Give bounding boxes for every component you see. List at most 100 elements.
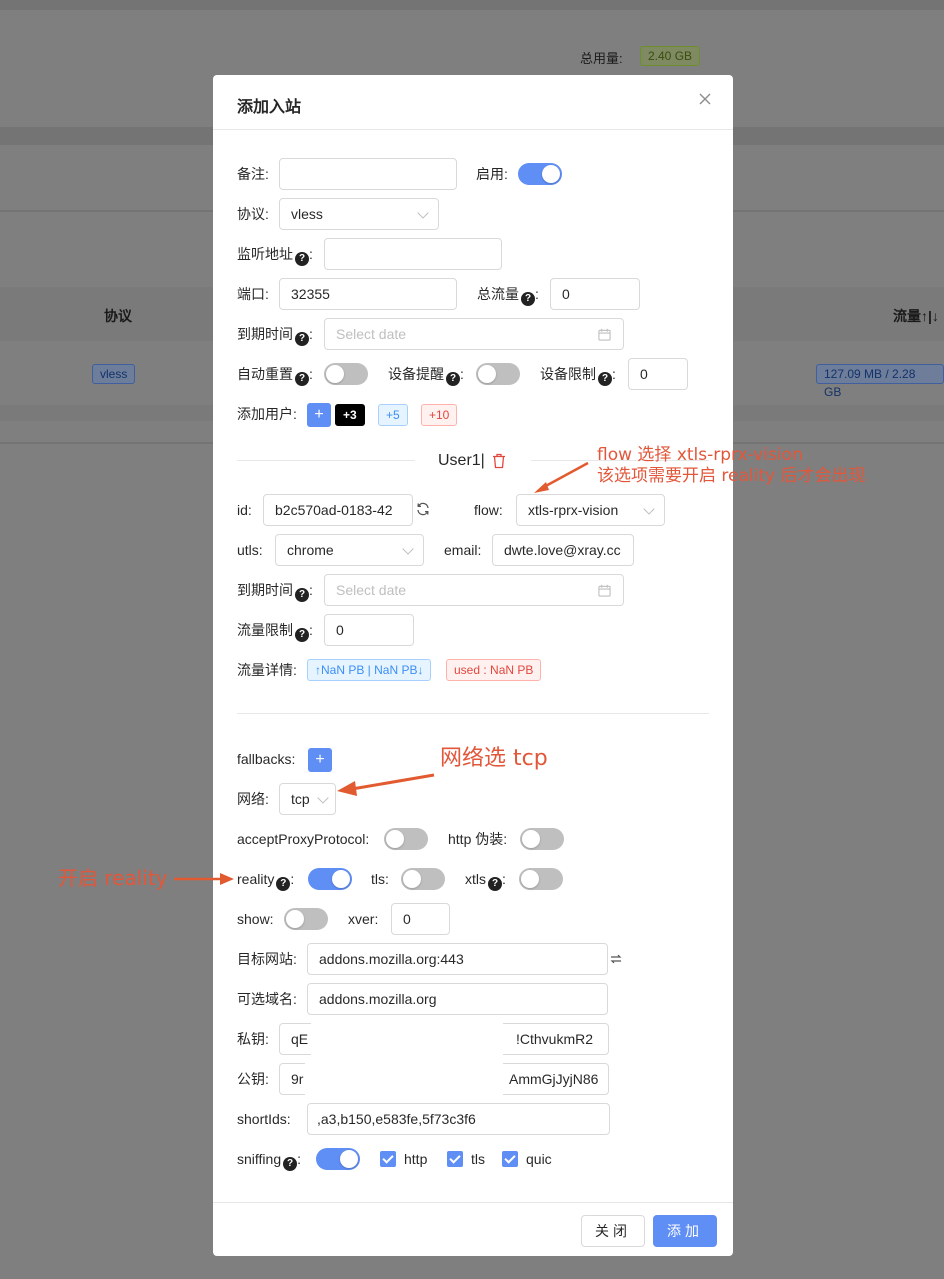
public-key-head: 9r: [291, 1071, 304, 1087]
help-icon[interactable]: ?: [295, 252, 309, 266]
http-disguise-switch[interactable]: [520, 828, 564, 850]
chevron-down-icon: [317, 792, 329, 804]
delete-icon[interactable]: [492, 453, 506, 469]
utls-value: chrome: [287, 542, 334, 558]
add-user-label: 添加用户:: [237, 406, 297, 422]
calendar-icon: [598, 584, 611, 597]
protocol-select[interactable]: vless: [279, 198, 439, 230]
network-arrow-icon: [337, 773, 435, 796]
listen-label: 监听地址?:: [237, 246, 313, 266]
traffic-limit-input[interactable]: 0: [324, 614, 414, 646]
modal-title: 添加入站: [237, 99, 302, 116]
bg-col-protocol: 协议: [104, 308, 132, 324]
flow-select[interactable]: xtls-rprx-vision: [516, 494, 665, 526]
help-icon[interactable]: ?: [276, 877, 291, 891]
help-icon[interactable]: ?: [295, 372, 309, 386]
accept-proxy-switch[interactable]: [384, 828, 428, 850]
bg-row-traffic-tag: 127.09 MB / 2.28 GB: [816, 364, 944, 399]
enable-switch[interactable]: [518, 163, 562, 185]
public-key-tail: AmmGjJyjN86: [509, 1071, 599, 1087]
bg-top-bar: [0, 0, 944, 10]
add-button[interactable]: 添加: [653, 1215, 717, 1247]
network-value: tcp: [291, 791, 310, 807]
refresh-icon[interactable]: [416, 502, 430, 516]
help-icon[interactable]: ?: [598, 372, 612, 386]
modal-footer: 关闭 添加: [213, 1202, 733, 1256]
server-names-input[interactable]: addons.mozilla.org: [307, 983, 608, 1015]
utls-select[interactable]: chrome: [275, 534, 424, 566]
device-limit-input[interactable]: 0: [628, 358, 688, 390]
help-icon[interactable]: ?: [488, 877, 502, 891]
reality-arrow-icon: [174, 873, 234, 885]
total-traffic-input[interactable]: 0: [550, 278, 640, 310]
public-key-label: 公钥:: [237, 1071, 269, 1087]
dest-input[interactable]: addons.mozilla.org:443: [307, 943, 608, 975]
traffic-detail-tag: ↑NaN PB | NaN PB↓: [307, 659, 432, 681]
close-button[interactable]: 关闭: [581, 1215, 645, 1247]
enable-label: 启用:: [476, 166, 508, 182]
sniffing-switch[interactable]: [316, 1148, 360, 1170]
expiry-date-picker[interactable]: Select date: [324, 318, 624, 350]
port-input[interactable]: 32355: [279, 278, 457, 310]
sniff-tls-label: tls: [471, 1151, 485, 1167]
tls-switch[interactable]: [401, 868, 445, 890]
flow-value: xtls-rprx-vision: [528, 502, 619, 518]
dest-label: 目标网站:: [237, 951, 297, 967]
sniff-tls-checkbox[interactable]: [447, 1151, 463, 1167]
help-icon[interactable]: ?: [295, 588, 309, 602]
device-alert-switch[interactable]: [476, 363, 520, 385]
flow-arrow-icon: [534, 461, 589, 493]
private-key-tail: !CthvukmR2: [516, 1031, 594, 1047]
used-traffic-tag: used : NaN PB: [446, 659, 542, 681]
show-switch[interactable]: [284, 908, 328, 930]
sniff-quic-checkbox[interactable]: [502, 1151, 518, 1167]
http-disguise-label: http 伪装:: [448, 831, 508, 847]
bg-total-usage-label: 总用量:: [580, 51, 623, 66]
user-expiry-label: 到期时间?:: [237, 582, 313, 602]
short-ids-label: shortIds:: [237, 1111, 291, 1127]
xtls-switch[interactable]: [519, 868, 563, 890]
short-ids-input[interactable]: ,a3,b150,e583fe,5f73c3f6: [307, 1103, 610, 1135]
expiry-label: 到期时间?:: [237, 326, 313, 346]
flow-annotation-line2: 该选项需要开启 reality 后才会出现: [597, 466, 866, 486]
bg-col-traffic: 流量↑|↓: [893, 308, 939, 324]
bg-row-protocol-tag: vless: [92, 364, 136, 384]
device-alert-label: 设备提醒?:: [388, 366, 464, 386]
add-3-users-tag[interactable]: +3: [335, 404, 365, 426]
sniff-http-checkbox[interactable]: [380, 1151, 396, 1167]
add-user-button[interactable]: +: [307, 403, 331, 427]
expiry-placeholder: Select date: [336, 326, 407, 342]
add-10-users-tag[interactable]: +10: [421, 404, 458, 426]
id-label: id:: [237, 502, 252, 518]
utls-label: utls:: [237, 542, 263, 558]
help-icon[interactable]: ?: [446, 372, 460, 386]
id-input[interactable]: b2c570ad-0183-42: [263, 494, 413, 526]
help-icon[interactable]: ?: [295, 332, 309, 346]
network-select[interactable]: tcp: [279, 783, 336, 815]
reality-annotation: 开启 reality: [58, 866, 168, 890]
add-fallback-button[interactable]: +: [308, 748, 332, 772]
chevron-down-icon: [402, 543, 414, 555]
add-5-users-tag[interactable]: +5: [378, 404, 408, 426]
tls-label: tls:: [371, 871, 389, 887]
help-icon[interactable]: ?: [283, 1157, 298, 1171]
auto-reset-switch[interactable]: [324, 363, 368, 385]
server-names-label: 可选域名:: [237, 991, 297, 1007]
help-icon[interactable]: ?: [521, 292, 535, 306]
reality-switch[interactable]: [308, 868, 352, 890]
total-traffic-label: 总流量?:: [477, 286, 539, 306]
xver-label: xver:: [348, 911, 379, 927]
help-icon[interactable]: ?: [295, 628, 309, 642]
email-input[interactable]: dwte.love@xray.cc: [492, 534, 634, 566]
swap-icon[interactable]: [610, 953, 622, 965]
modal-header: 添加入站: [213, 75, 733, 130]
show-label: show:: [237, 911, 274, 927]
close-icon[interactable]: [697, 91, 713, 107]
xver-input[interactable]: 0: [391, 903, 450, 935]
xtls-label: xtls?:: [465, 871, 506, 891]
network-label: 网络:: [237, 791, 269, 807]
user-expiry-date-picker[interactable]: Select date: [324, 574, 624, 606]
calendar-icon: [598, 328, 611, 341]
listen-input[interactable]: [324, 238, 502, 270]
remark-input[interactable]: [279, 158, 457, 190]
